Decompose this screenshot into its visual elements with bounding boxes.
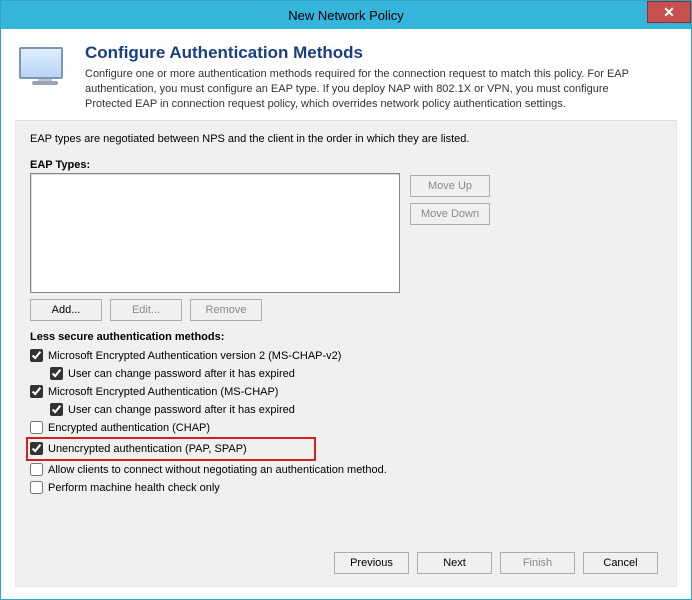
- checkbox-mschapv2-label: Microsoft Encrypted Authentication versi…: [48, 350, 341, 362]
- close-button[interactable]: ✕: [647, 1, 691, 23]
- eap-types-label: EAP Types:: [30, 159, 662, 171]
- titlebar: New Network Policy ✕: [1, 1, 691, 29]
- next-button[interactable]: Next: [417, 552, 492, 574]
- settings-panel: EAP types are negotiated between NPS and…: [15, 120, 677, 587]
- checkbox-pap-label: Unencrypted authentication (PAP, SPAP): [48, 443, 247, 455]
- page-description: Configure one or more authentication met…: [85, 67, 645, 112]
- edit-button[interactable]: Edit...: [110, 299, 182, 321]
- close-icon: ✕: [663, 4, 675, 21]
- checkbox-chap[interactable]: [30, 421, 43, 434]
- checkbox-mschap-expired-row: User can change password after it has ex…: [50, 401, 662, 419]
- checkbox-mschapv2-row: Microsoft Encrypted Authentication versi…: [30, 347, 662, 365]
- checkbox-mschapv2-expired[interactable]: [50, 367, 63, 380]
- cancel-button[interactable]: Cancel: [583, 552, 658, 574]
- window-title: New Network Policy: [288, 8, 404, 23]
- checkbox-allow-no-auth[interactable]: [30, 463, 43, 476]
- content-area: Configure Authentication Methods Configu…: [1, 29, 691, 599]
- checkbox-mschap[interactable]: [30, 385, 43, 398]
- finish-button[interactable]: Finish: [500, 552, 575, 574]
- move-down-button[interactable]: Move Down: [410, 203, 490, 225]
- checkbox-machine-health-label: Perform machine health check only: [48, 482, 220, 494]
- checkbox-mschap-label: Microsoft Encrypted Authentication (MS-C…: [48, 386, 278, 398]
- checkbox-mschap-expired[interactable]: [50, 403, 63, 416]
- checkbox-allow-no-auth-row: Allow clients to connect without negotia…: [30, 461, 662, 479]
- eap-types-listbox[interactable]: [30, 173, 400, 293]
- checkbox-chap-row: Encrypted authentication (CHAP): [30, 419, 662, 437]
- less-secure-label: Less secure authentication methods:: [30, 331, 662, 343]
- previous-button[interactable]: Previous: [334, 552, 409, 574]
- checkbox-mschapv2-expired-label: User can change password after it has ex…: [68, 368, 295, 380]
- monitor-icon: [19, 43, 71, 95]
- checkbox-mschap-expired-label: User can change password after it has ex…: [68, 404, 295, 416]
- remove-button[interactable]: Remove: [190, 299, 262, 321]
- checkbox-allow-no-auth-label: Allow clients to connect without negotia…: [48, 464, 387, 476]
- eap-negotiate-text: EAP types are negotiated between NPS and…: [30, 133, 662, 145]
- checkbox-mschap-row: Microsoft Encrypted Authentication (MS-C…: [30, 383, 662, 401]
- add-button[interactable]: Add...: [30, 299, 102, 321]
- move-up-button[interactable]: Move Up: [410, 175, 490, 197]
- checkbox-mschapv2-expired-row: User can change password after it has ex…: [50, 365, 662, 383]
- highlight-annotation: Unencrypted authentication (PAP, SPAP): [26, 437, 316, 461]
- checkbox-pap-row: Unencrypted authentication (PAP, SPAP): [30, 440, 312, 458]
- checkbox-mschapv2[interactable]: [30, 349, 43, 362]
- checkbox-machine-health-row: Perform machine health check only: [30, 479, 662, 497]
- page-header: Configure Authentication Methods Configu…: [15, 39, 677, 120]
- page-title: Configure Authentication Methods: [85, 43, 645, 63]
- wizard-footer: Previous Next Finish Cancel: [30, 538, 662, 574]
- dialog-window: New Network Policy ✕ Configure Authentic…: [0, 0, 692, 600]
- checkbox-pap[interactable]: [30, 442, 43, 455]
- checkbox-machine-health[interactable]: [30, 481, 43, 494]
- checkbox-chap-label: Encrypted authentication (CHAP): [48, 422, 210, 434]
